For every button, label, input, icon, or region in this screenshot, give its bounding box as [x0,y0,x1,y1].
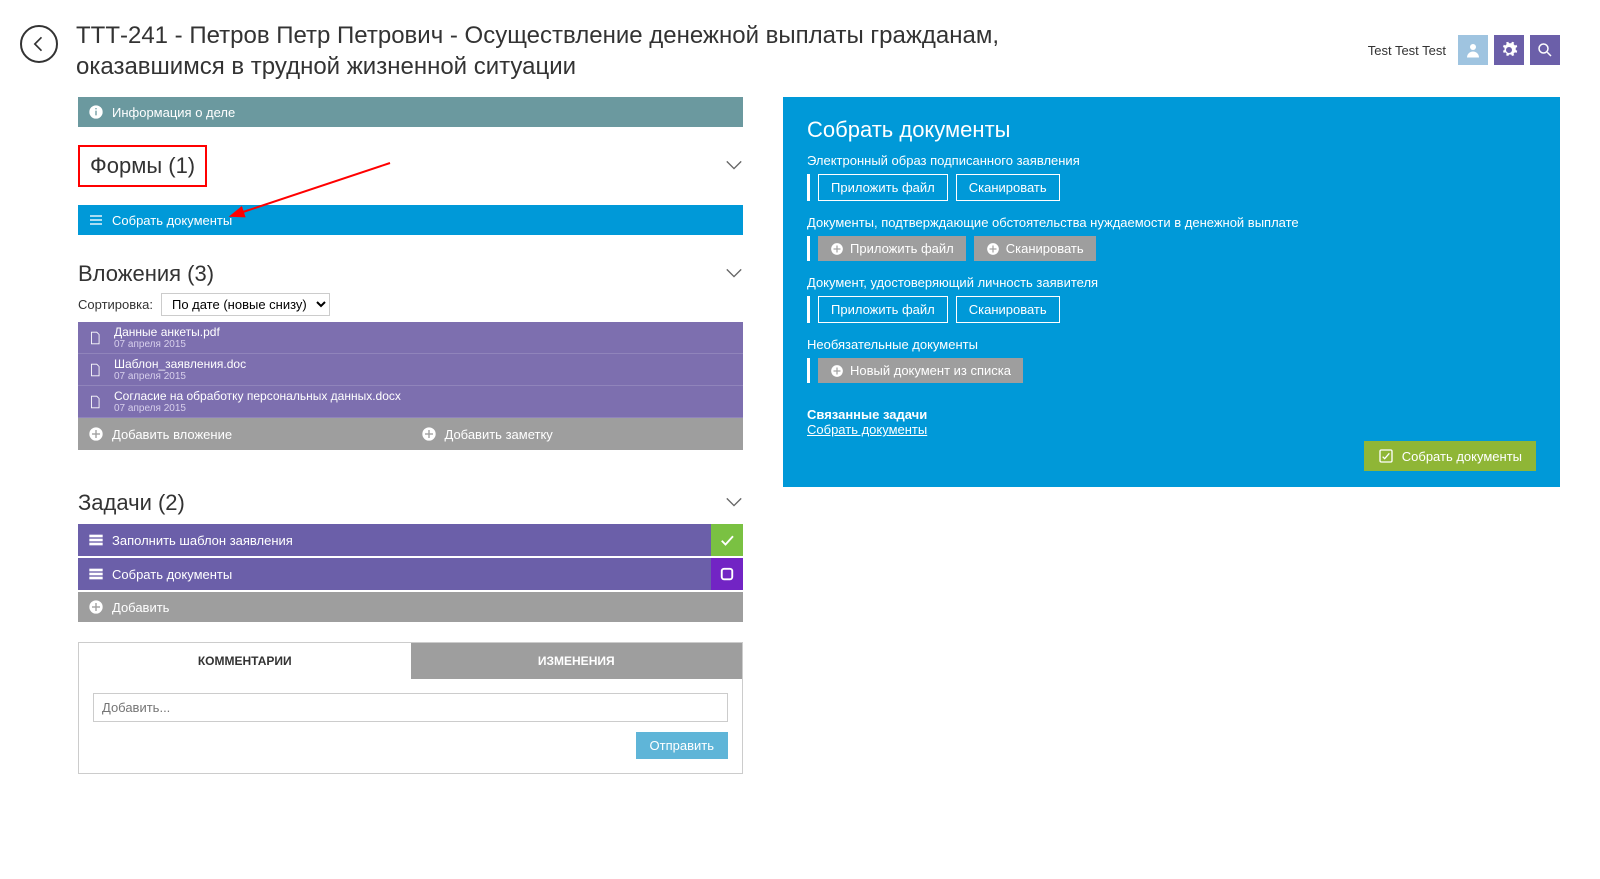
task-status-pending[interactable] [711,558,743,590]
list-icon [88,212,104,228]
add-note-button[interactable]: Добавить заметку [411,426,744,442]
divider [807,236,810,261]
checkbox-icon [1378,448,1394,464]
check-icon [718,531,736,549]
panel-title: Собрать документы [807,117,1536,143]
attachment-name: Согласие на обработку персональных данны… [114,390,401,403]
attachment-item[interactable]: Шаблон_заявления.doc07 апреля 2015 [78,354,743,386]
user-icon [1464,41,1482,59]
plus-circle-icon [830,242,844,256]
forms-collapse[interactable] [725,159,743,174]
field-label: Необязательные документы [807,337,1536,352]
comment-input[interactable] [93,693,728,722]
attachment-name: Шаблон_заявления.doc [114,358,246,371]
plus-circle-icon [986,242,1000,256]
annotation-highlight: Формы (1) [78,145,207,187]
add-task-button[interactable]: Добавить [78,592,743,622]
tab-comments[interactable]: КОММЕНТАРИИ [79,643,411,679]
search-button[interactable] [1530,35,1560,65]
back-button[interactable] [20,25,58,63]
attachment-name: Данные анкеты.pdf [114,326,220,339]
arrow-left-icon [29,34,49,54]
document-icon [88,362,104,378]
task-icon [88,567,104,581]
square-icon [718,565,736,583]
attachments-collapse[interactable] [725,267,743,282]
collect-docs-label: Собрать документы [112,213,232,228]
field-label: Документы, подтверждающие обстоятельства… [807,215,1536,230]
user-name: Test Test Test [1368,43,1446,58]
documents-panel: Собрать документы Электронный образ подп… [783,97,1560,487]
attachment-date: 07 апреля 2015 [114,403,401,414]
attachment-actions: Добавить вложение Добавить заметку [78,418,743,450]
task-name: Собрать документы [112,567,232,582]
add-task-label: Добавить [112,600,169,615]
plus-circle-icon [88,599,104,615]
forms-title: Формы (1) [90,153,195,178]
task-name: Заполнить шаблон заявления [112,533,293,548]
task-status-done[interactable] [711,524,743,556]
sort-select[interactable]: По дате (новые снизу) [161,293,330,316]
field-label: Документ, удостоверяющий личность заявит… [807,275,1536,290]
attach-file-button[interactable]: Приложить файл [818,296,948,323]
gear-icon [1500,41,1518,59]
add-attachment-label: Добавить вложение [112,427,232,442]
task-item[interactable]: Собрать документы [78,558,743,590]
add-attachment-button[interactable]: Добавить вложение [78,426,411,442]
tasks-collapse[interactable] [725,496,743,511]
collect-docs-bar[interactable]: Собрать документы [78,205,743,235]
send-button[interactable]: Отправить [636,732,728,759]
scan-button[interactable]: Сканировать [974,236,1096,261]
task-icon [88,533,104,547]
attachment-date: 07 апреля 2015 [114,339,220,350]
attachment-date: 07 апреля 2015 [114,371,246,382]
info-icon [88,104,104,120]
divider [807,174,810,201]
sort-label: Сортировка: [78,297,153,312]
document-icon [88,394,104,410]
info-bar-label: Информация о деле [112,105,235,120]
plus-circle-icon [88,426,104,442]
divider [807,358,810,383]
search-icon [1536,41,1554,59]
attachment-item[interactable]: Согласие на обработку персональных данны… [78,386,743,418]
attachments-title: Вложения (3) [78,261,214,287]
scan-button[interactable]: Сканировать [956,296,1060,323]
related-title: Связанные задачи [807,407,1536,422]
info-bar[interactable]: Информация о деле [78,97,743,127]
new-document-button[interactable]: Новый документ из списка [818,358,1023,383]
tab-changes[interactable]: ИЗМЕНЕНИЯ [411,643,743,679]
attach-file-button[interactable]: Приложить файл [818,174,948,201]
plus-circle-icon [830,364,844,378]
document-icon [88,330,104,346]
divider [807,296,810,323]
related-link[interactable]: Собрать документы [807,422,1536,437]
comments-panel: КОММЕНТАРИИ ИЗМЕНЕНИЯ Отправить [78,642,743,774]
scan-button[interactable]: Сканировать [956,174,1060,201]
collect-documents-action[interactable]: Собрать документы [1364,441,1536,471]
tasks-title: Задачи (2) [78,490,185,516]
settings-button[interactable] [1494,35,1524,65]
plus-circle-icon [421,426,437,442]
task-item[interactable]: Заполнить шаблон заявления [78,524,743,556]
add-note-label: Добавить заметку [445,427,553,442]
page-title: ТТТ-241 - Петров Петр Петрович - Осущест… [76,20,1126,82]
attach-file-button[interactable]: Приложить файл [818,236,966,261]
field-label: Электронный образ подписанного заявления [807,153,1536,168]
user-button[interactable] [1458,35,1488,65]
attachment-item[interactable]: Данные анкеты.pdf07 апреля 2015 [78,322,743,354]
